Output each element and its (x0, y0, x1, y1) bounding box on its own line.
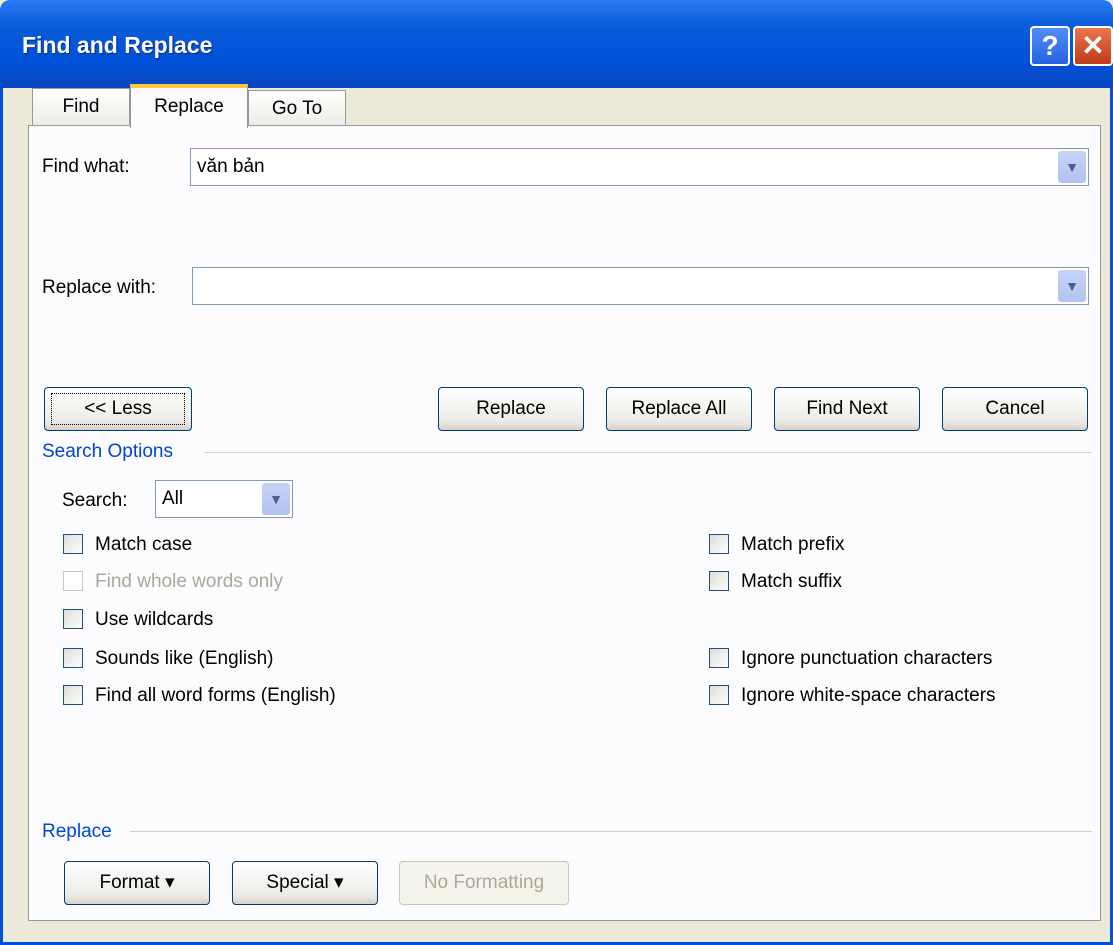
whole-words-checkbox (63, 571, 83, 591)
replace-button-label: Replace (476, 398, 546, 419)
search-direction-select[interactable]: All ▼ (155, 480, 293, 518)
ignore-whitespace-checkbox[interactable] (709, 685, 729, 705)
section-divider (204, 452, 1092, 453)
find-next-button-label: Find Next (806, 398, 888, 419)
cancel-button[interactable]: Cancel (942, 387, 1088, 431)
whole-words-label: Find whole words only (95, 571, 283, 592)
sounds-like-label: Sounds like (English) (95, 648, 274, 669)
special-button-label: Special ▾ (266, 872, 344, 893)
tab-replace[interactable]: Replace (130, 84, 248, 128)
chevron-down-icon[interactable]: ▼ (262, 483, 290, 515)
word-forms-label: Find all word forms (English) (95, 685, 336, 706)
help-button[interactable]: ? (1030, 26, 1070, 66)
replace-with-combo[interactable]: ▼ (192, 267, 1089, 305)
match-prefix-checkbox[interactable] (709, 534, 729, 554)
chevron-down-icon[interactable]: ▼ (1058, 151, 1086, 183)
no-formatting-button-label: No Formatting (423, 872, 545, 893)
close-button[interactable]: ✕ (1073, 26, 1113, 66)
find-what-input[interactable]: văn bản (197, 156, 265, 178)
use-wildcards-checkbox[interactable] (63, 609, 83, 629)
format-button-label: Format ▾ (99, 872, 175, 893)
tab-goto-label: Go To (271, 98, 323, 119)
focus-ring (51, 393, 185, 425)
tab-find[interactable]: Find (32, 88, 130, 126)
search-label: Search: (62, 490, 128, 511)
match-case-checkbox[interactable] (63, 534, 83, 554)
replace-section-heading: Replace (42, 821, 112, 842)
ignore-punctuation-checkbox[interactable] (709, 648, 729, 668)
no-formatting-button: No Formatting (399, 861, 569, 905)
window-title: Find and Replace (22, 32, 213, 58)
ignore-whitespace-label: Ignore white-space characters (741, 685, 996, 706)
tab-find-label: Find (62, 96, 100, 117)
match-case-label: Match case (95, 534, 193, 555)
find-what-label: Find what: (42, 156, 130, 177)
special-button[interactable]: Special ▾ (232, 861, 378, 905)
word-forms-checkbox[interactable] (63, 685, 83, 705)
match-prefix-label: Match prefix (741, 534, 845, 555)
ignore-punctuation-label: Ignore punctuation characters (741, 648, 993, 669)
tab-panel (28, 125, 1101, 921)
chevron-down-icon[interactable]: ▼ (1058, 270, 1086, 302)
use-wildcards-label: Use wildcards (95, 609, 214, 630)
title-bar[interactable]: Find and Replace ? ✕ (0, 0, 1113, 88)
cancel-button-label: Cancel (985, 398, 1045, 419)
less-button[interactable]: << Less (44, 387, 192, 431)
help-icon: ? (1041, 30, 1059, 61)
match-suffix-checkbox[interactable] (709, 571, 729, 591)
sounds-like-checkbox[interactable] (63, 648, 83, 668)
search-options-heading: Search Options (42, 441, 173, 462)
search-direction-value: All (162, 488, 184, 509)
match-suffix-label: Match suffix (741, 571, 843, 592)
format-button[interactable]: Format ▾ (64, 861, 210, 905)
find-what-combo[interactable]: văn bản ▼ (190, 148, 1089, 186)
find-next-button[interactable]: Find Next (774, 387, 920, 431)
close-icon: ✕ (1081, 30, 1105, 61)
replace-with-label: Replace with: (42, 277, 157, 298)
tab-replace-label: Replace (154, 96, 224, 117)
tab-goto[interactable]: Go To (248, 90, 346, 128)
section-divider (130, 831, 1092, 832)
replace-all-button[interactable]: Replace All (606, 387, 752, 431)
replace-all-button-label: Replace All (631, 398, 727, 419)
replace-button[interactable]: Replace (438, 387, 584, 431)
